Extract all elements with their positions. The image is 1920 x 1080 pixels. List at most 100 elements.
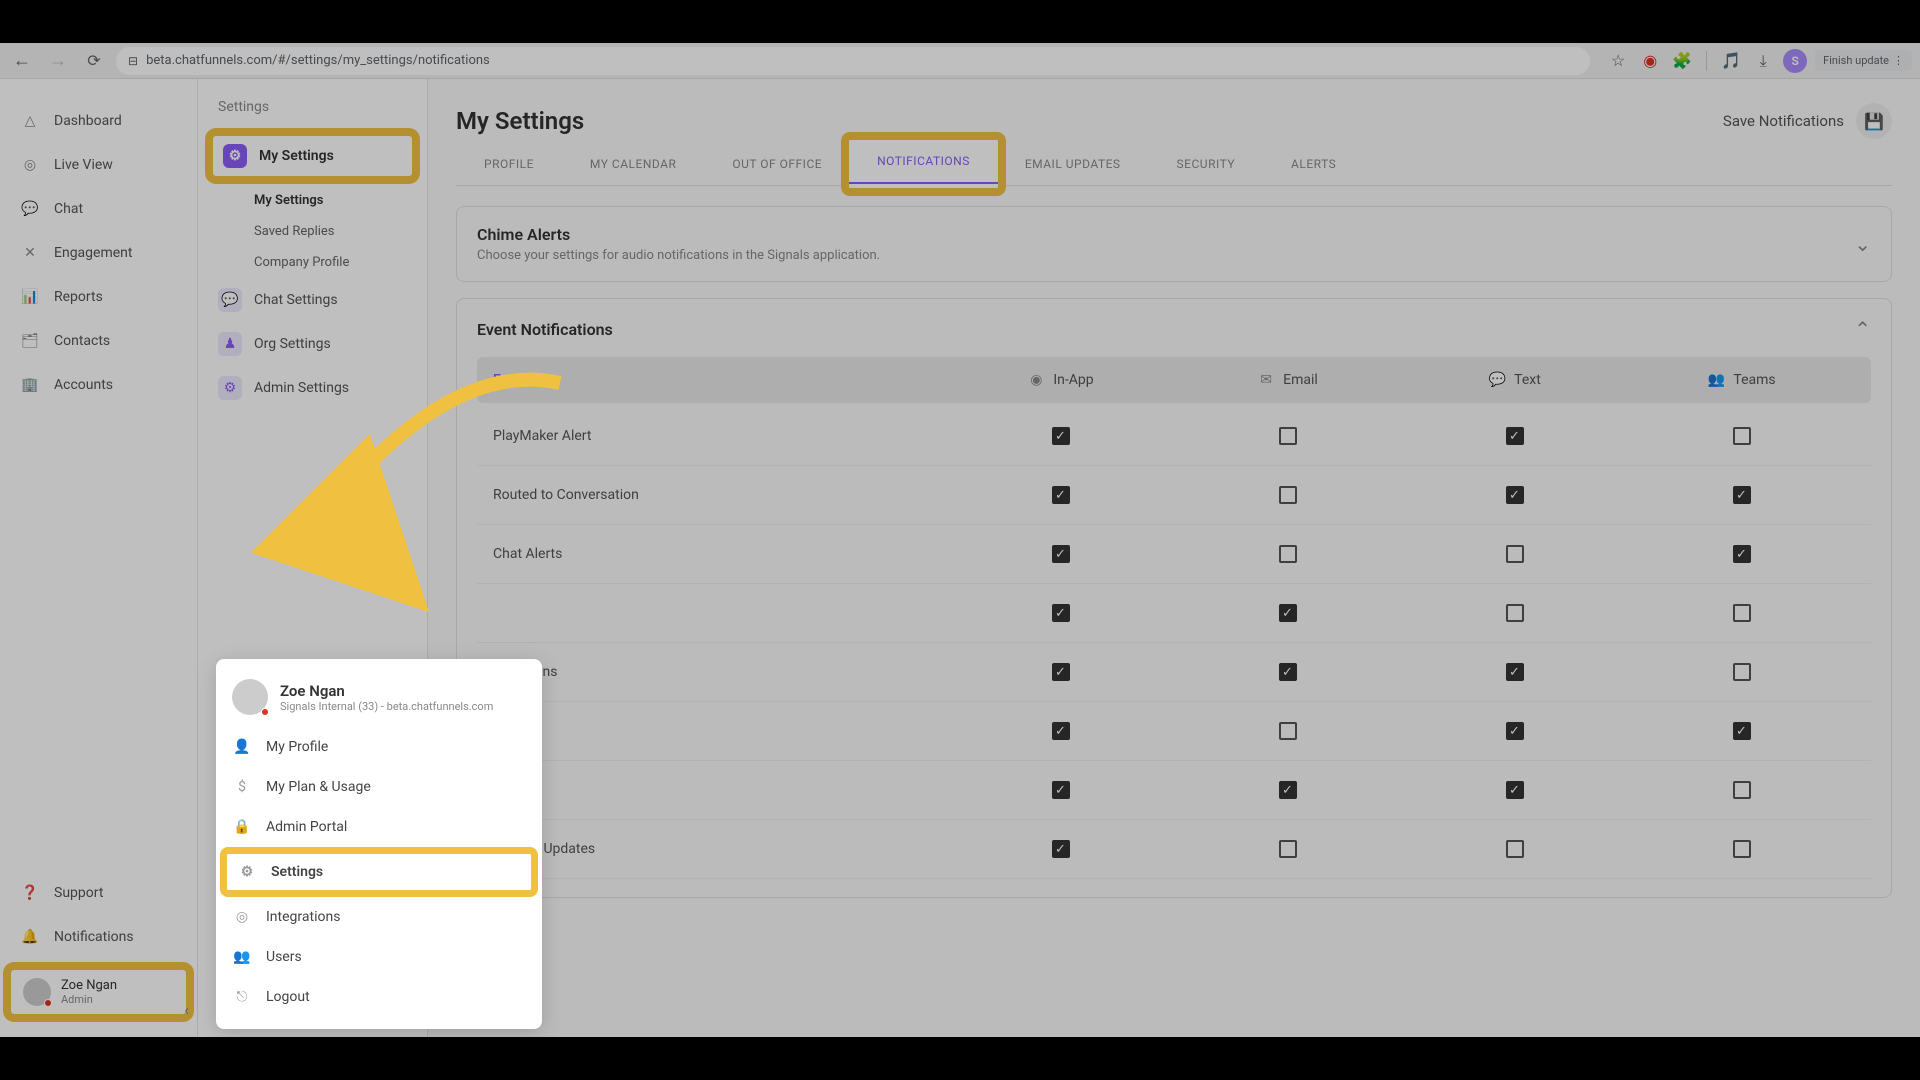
checkbox[interactable]: ✓ (1506, 486, 1524, 504)
checkbox[interactable]: ✓ (1052, 840, 1070, 858)
engagement-icon: ✕ (20, 243, 40, 263)
popup-user-sub: Signals Internal (33) - beta.chatfunnels… (280, 700, 493, 713)
user-popup-menu: Zoe Ngan Signals Internal (33) - beta.ch… (216, 659, 542, 1029)
alert-icon[interactable]: ◉ (1638, 49, 1662, 73)
popup-plan[interactable]: $My Plan & Usage (216, 767, 542, 807)
nav-admin-settings[interactable]: ⚙ Admin Settings (198, 366, 427, 410)
checkbox[interactable]: ✓ (1506, 663, 1524, 681)
avatar (23, 978, 51, 1006)
logout-icon: ⎋ (232, 987, 252, 1007)
sub-my-settings[interactable]: My Settings (198, 185, 427, 216)
checkbox[interactable]: ✓ (1733, 486, 1751, 504)
popup-logout[interactable]: ⎋Logout (216, 977, 542, 1017)
checkbox[interactable]: ✓ (1052, 663, 1070, 681)
back-button[interactable]: ← (8, 47, 36, 75)
star-icon[interactable]: ☆ (1606, 49, 1630, 73)
content-area: My Settings Save Notifications 💾 PROFILE… (428, 79, 1920, 1037)
nav-my-settings[interactable]: ⚙ My Settings (210, 133, 415, 179)
accounts-icon: 🏢 (20, 375, 40, 395)
checkbox[interactable]: ✓ (1279, 663, 1297, 681)
url-bar[interactable]: ⊟ beta.chatfunnels.com/#/settings/my_set… (116, 47, 1590, 75)
chime-desc: Choose your settings for audio notificat… (477, 248, 880, 263)
save-button[interactable]: 💾 (1856, 103, 1892, 139)
checkbox[interactable]: ✓ (1052, 722, 1070, 740)
checkbox[interactable] (1733, 781, 1751, 799)
th-event-type[interactable]: Event Type (493, 371, 947, 389)
checkbox[interactable]: ✓ (1052, 781, 1070, 799)
sidebar-item-contacts[interactable]: 🗂 Contacts (0, 319, 197, 363)
extensions-icon[interactable]: 🧩 (1670, 49, 1694, 73)
sidebar-item-liveview[interactable]: ◎ Live View (0, 143, 197, 187)
sidebar-item-chat[interactable]: 💬 Chat (0, 187, 197, 231)
collapse-button[interactable]: ‹ (184, 1000, 189, 1019)
tab-security[interactable]: SECURITY (1149, 143, 1264, 185)
reload-button[interactable]: ⟳ (80, 47, 108, 75)
checkbox[interactable] (1506, 545, 1524, 563)
checkbox[interactable]: ✓ (1733, 545, 1751, 563)
chime-card[interactable]: Chime Alerts Choose your settings for au… (456, 206, 1892, 282)
checkbox[interactable]: ✓ (1279, 781, 1297, 799)
nav-chat-settings[interactable]: 💬 Chat Settings (198, 278, 427, 322)
checkbox[interactable] (1733, 427, 1751, 445)
sub-company-profile[interactable]: Company Profile (198, 247, 427, 278)
sidebar-item-notifications[interactable]: 🔔 Notifications (0, 915, 197, 959)
checkbox[interactable] (1506, 840, 1524, 858)
gear-icon: ⚙ (237, 862, 257, 882)
media-icon[interactable]: 🎵 (1719, 49, 1743, 73)
nav-org-settings[interactable]: ♟ Org Settings (198, 322, 427, 366)
checkbox[interactable] (1279, 722, 1297, 740)
sidebar-item-support[interactable]: ❓ Support (0, 871, 197, 915)
popup-settings[interactable]: ⚙Settings (224, 851, 534, 893)
checkbox[interactable]: ✓ (1279, 604, 1297, 622)
status-dot (261, 708, 269, 716)
checkbox[interactable]: ✓ (1506, 781, 1524, 799)
user-name: Zoe Ngan (61, 978, 117, 993)
popup-user-name: Zoe Ngan (280, 682, 493, 700)
checkbox[interactable]: ✓ (1052, 427, 1070, 445)
save-label: Save Notifications (1723, 112, 1844, 130)
checkbox[interactable] (1733, 604, 1751, 622)
checkbox[interactable] (1279, 486, 1297, 504)
org-settings-icon: ♟ (218, 332, 242, 356)
checkbox[interactable]: ✓ (1733, 722, 1751, 740)
download-icon[interactable]: ⤓ (1751, 49, 1775, 73)
popup-integrations[interactable]: ◎Integrations (216, 897, 542, 937)
person-icon: 👤 (232, 737, 252, 757)
checkbox[interactable] (1279, 840, 1297, 858)
table-row: ✓✓ (477, 584, 1871, 643)
sidebar-item-accounts[interactable]: 🏢 Accounts (0, 363, 197, 407)
tab-ooo[interactable]: OUT OF OFFICE (704, 143, 850, 185)
checkbox[interactable] (1279, 427, 1297, 445)
checkbox[interactable] (1733, 663, 1751, 681)
table-row: PlayMaker Alert✓✓ (477, 407, 1871, 466)
sidebar-item-reports[interactable]: 📊 Reports (0, 275, 197, 319)
checkbox[interactable] (1279, 545, 1297, 563)
checkbox[interactable]: ✓ (1052, 545, 1070, 563)
forward-button[interactable]: → (44, 47, 72, 75)
checkbox[interactable] (1506, 604, 1524, 622)
tab-emailupdates[interactable]: EMAIL UPDATES (997, 143, 1149, 185)
chevron-up-icon[interactable]: ⌃ (1854, 317, 1871, 341)
checkbox[interactable]: ✓ (1506, 427, 1524, 445)
popup-users[interactable]: 👥Users (216, 937, 542, 977)
checkbox[interactable] (1733, 840, 1751, 858)
sub-saved-replies[interactable]: Saved Replies (198, 216, 427, 247)
teams-icon: 👥 (1707, 371, 1725, 389)
checkbox[interactable]: ✓ (1052, 604, 1070, 622)
chevron-down-icon[interactable]: ⌄ (1854, 232, 1871, 256)
user-card[interactable]: Zoe Ngan Admin (8, 967, 189, 1017)
popup-admin-portal[interactable]: 🔒Admin Portal (216, 807, 542, 847)
popup-my-profile[interactable]: 👤My Profile (216, 727, 542, 767)
sidebar-item-dashboard[interactable]: △ Dashboard (0, 99, 197, 143)
liveview-icon: ◎ (20, 155, 40, 175)
profile-avatar[interactable]: S (1783, 49, 1807, 73)
sidebar-item-engagement[interactable]: ✕ Engagement (0, 231, 197, 275)
tab-notifications[interactable]: NOTIFICATIONS (849, 140, 998, 184)
tab-calendar[interactable]: MY CALENDAR (562, 143, 704, 185)
checkbox[interactable]: ✓ (1506, 722, 1524, 740)
tab-profile[interactable]: PROFILE (456, 143, 562, 185)
tab-alerts[interactable]: ALERTS (1263, 143, 1364, 185)
update-button[interactable]: Finish update ⋮ (1815, 50, 1912, 71)
checkbox[interactable]: ✓ (1052, 486, 1070, 504)
dollar-icon: $ (232, 777, 252, 797)
